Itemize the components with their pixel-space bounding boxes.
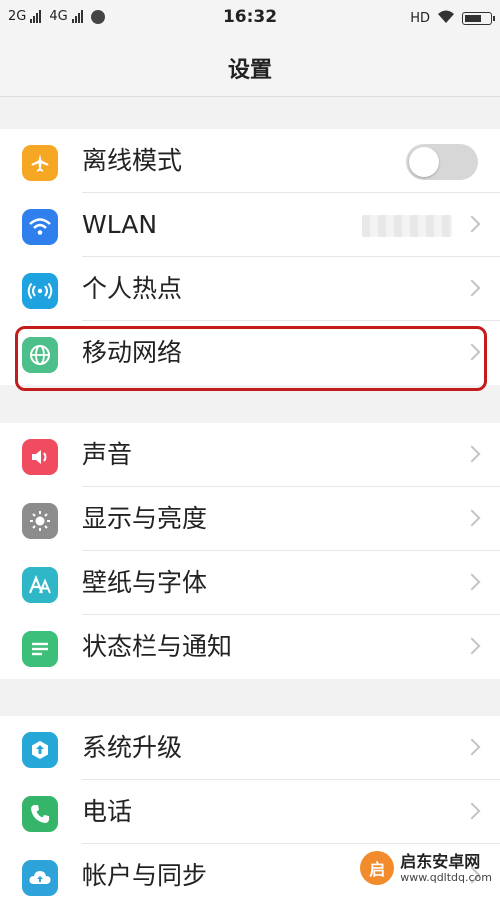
phone-icon bbox=[22, 796, 58, 832]
settings-item-label: 电话 bbox=[82, 797, 133, 826]
settings-item-airplane-mode[interactable]: 离线模式 bbox=[0, 129, 500, 193]
upgrade-icon bbox=[22, 732, 58, 768]
chevron-right-icon bbox=[463, 279, 481, 297]
chevron-right-icon bbox=[463, 637, 481, 655]
status-right: HD bbox=[410, 9, 495, 28]
chevron-right-icon bbox=[463, 802, 481, 820]
chevron-right-icon bbox=[463, 445, 481, 463]
hotspot-icon bbox=[22, 273, 58, 309]
settings-item-sound[interactable]: 声音 bbox=[0, 423, 500, 487]
settings-item-label: 个人热点 bbox=[82, 274, 183, 303]
watermark-name: 启东安卓网 bbox=[400, 851, 481, 871]
wifi-icon bbox=[22, 209, 58, 245]
settings-item-label: 壁纸与字体 bbox=[82, 568, 208, 597]
settings-item-label: 离线模式 bbox=[82, 146, 183, 175]
settings-item-label: 系统升级 bbox=[82, 733, 183, 762]
airplane-mode-toggle[interactable] bbox=[406, 144, 478, 180]
watermark-logo-icon: 启 bbox=[360, 851, 395, 885]
settings-item-label: WLAN bbox=[82, 210, 158, 239]
app-header: 设置 bbox=[0, 36, 500, 97]
toggle-knob bbox=[409, 147, 439, 177]
settings-item-wlan[interactable]: WLAN bbox=[0, 193, 500, 257]
settings-item-wallpaper-font[interactable]: 壁纸与字体 bbox=[0, 551, 500, 615]
status-bar: 2G 4G 16:32 HD bbox=[0, 0, 500, 36]
settings-item-system-upgrade[interactable]: 系统升级 bbox=[0, 716, 500, 780]
settings-item-label: 帐户与同步 bbox=[82, 861, 208, 890]
wifi-status-icon bbox=[436, 9, 456, 28]
page-title: 设置 bbox=[227, 58, 272, 83]
chevron-right-icon bbox=[463, 738, 481, 756]
settings-item-display-brightness[interactable]: 显示与亮度 bbox=[0, 487, 500, 551]
cloud-sync-icon bbox=[22, 860, 58, 896]
watermark-text: 启东安卓网 www.qdltdq.com bbox=[400, 851, 492, 884]
chevron-right-icon bbox=[463, 573, 481, 591]
battery-icon bbox=[462, 12, 495, 25]
list-icon bbox=[22, 631, 58, 667]
settings-item-statusbar-notifications[interactable]: 状态栏与通知 bbox=[0, 615, 500, 679]
chevron-right-icon bbox=[463, 215, 481, 233]
highlight-box bbox=[15, 326, 487, 391]
font-icon bbox=[22, 567, 58, 603]
settings-group-display: 声音 显示与亮度 壁纸与字体 状态栏与通知 bbox=[0, 423, 500, 679]
speaker-icon bbox=[22, 439, 58, 475]
watermark-url: www.qdltdq.com bbox=[400, 870, 492, 884]
settings-item-label: 状态栏与通知 bbox=[82, 632, 233, 661]
settings-item-phone[interactable]: 电话 bbox=[0, 780, 500, 844]
hd-label: HD bbox=[410, 11, 430, 26]
settings-item-label: 声音 bbox=[82, 440, 133, 469]
wlan-network-name-blurred bbox=[362, 215, 452, 237]
settings-item-hotspot[interactable]: 个人热点 bbox=[0, 257, 500, 321]
chevron-right-icon bbox=[463, 509, 481, 527]
settings-item-label: 显示与亮度 bbox=[82, 504, 208, 533]
watermark: 启 启东安卓网 www.qdltdq.com bbox=[360, 851, 492, 885]
brightness-icon bbox=[22, 503, 58, 539]
airplane-icon bbox=[22, 145, 58, 181]
